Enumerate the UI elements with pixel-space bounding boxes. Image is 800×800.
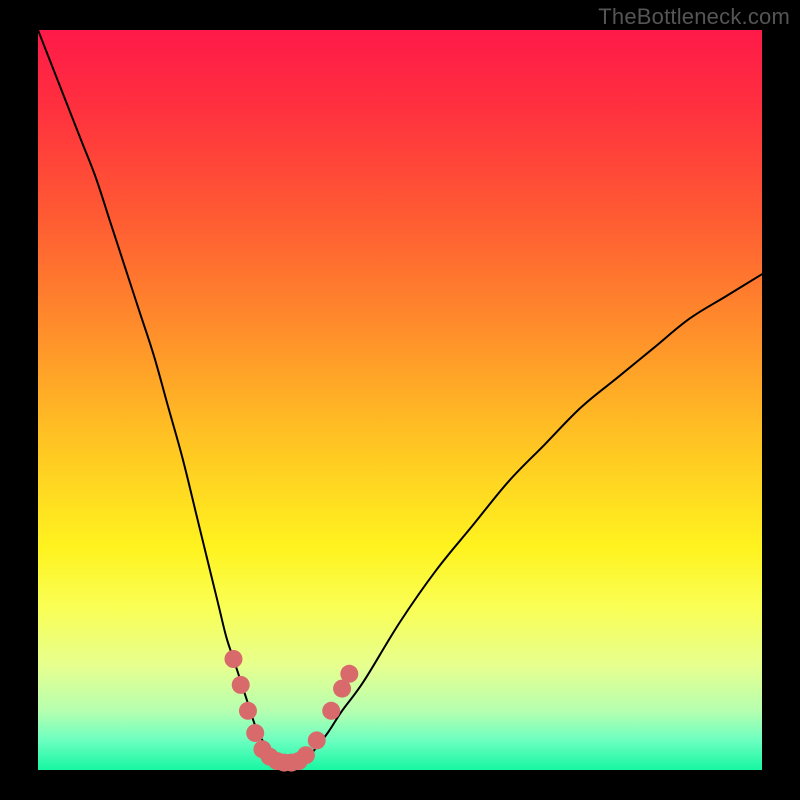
optimal-zone-marker: [232, 676, 250, 694]
optimal-zone-marker: [224, 650, 242, 668]
optimal-zone-marker: [297, 746, 315, 764]
optimal-zone-marker: [322, 702, 340, 720]
chart-frame: TheBottleneck.com: [0, 0, 800, 800]
optimal-zone-marker: [239, 702, 257, 720]
bottleneck-chart: [0, 0, 800, 800]
plot-background: [38, 30, 762, 770]
optimal-zone-marker: [340, 665, 358, 683]
watermark-text: TheBottleneck.com: [598, 4, 790, 30]
optimal-zone-marker: [246, 724, 264, 742]
optimal-zone-marker: [308, 731, 326, 749]
